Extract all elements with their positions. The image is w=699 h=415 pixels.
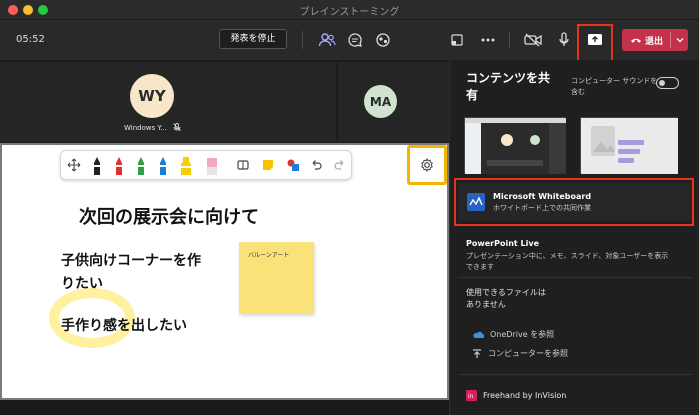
pen-blue-icon[interactable] <box>157 156 169 176</box>
participant-name: Windows Y... <box>124 124 168 132</box>
whiteboard-text: 手作り感を出したい <box>61 318 187 334</box>
whiteboard-heading: 次回の展示会に向けて <box>79 207 259 228</box>
sticky-note-text: バルーンアート <box>248 252 290 259</box>
meeting-toolbar: 05:52 発表を停止 退出 <box>0 20 699 65</box>
whiteboard-toolbar <box>60 150 352 180</box>
svg-text:in: in <box>468 393 474 400</box>
computer-sound-label: コンピューター サウンドを 含む <box>571 76 661 98</box>
whiteboard-settings-button[interactable] <box>407 145 447 185</box>
whiteboard-option-highlight <box>454 178 694 226</box>
window-thumbnail[interactable] <box>464 117 566 174</box>
chat-icon[interactable] <box>344 29 366 51</box>
toggle-knob <box>659 80 665 86</box>
sound-label-line: 含む <box>571 88 585 96</box>
leave-divider <box>670 32 671 48</box>
whiteboard-canvas[interactable]: 次回の展示会に向けて 子供向けコーナーを作 りたい 手作り感を出したい バルーン… <box>0 143 449 400</box>
avatar: MA <box>364 85 397 118</box>
device-settings-icon[interactable] <box>446 29 468 51</box>
stop-presenting-button[interactable]: 発表を停止 <box>219 29 287 49</box>
whiteboard-text: りたい <box>61 276 103 292</box>
panel-title-line: 有 <box>466 88 479 102</box>
pen-red-icon[interactable] <box>113 156 125 176</box>
avatar: WY <box>130 74 174 118</box>
sticky-note-icon[interactable] <box>262 159 274 171</box>
screen-thumbnail[interactable] <box>580 117 678 174</box>
whiteboard-text: 子供向けコーナーを作 <box>61 253 201 269</box>
window-title: ブレインストーミング <box>299 7 400 18</box>
camera-off-icon[interactable] <box>522 29 544 51</box>
onedrive-icon <box>473 331 484 338</box>
ruler-icon[interactable] <box>237 160 249 170</box>
toolbar-divider <box>302 31 303 49</box>
pen-black-icon[interactable] <box>91 156 103 176</box>
eraser-icon[interactable] <box>204 156 220 176</box>
option-subtitle: できます <box>466 263 494 271</box>
browse-computer-link[interactable]: コンピューターを参照 <box>472 348 568 359</box>
option-title: PowerPoint Live <box>466 239 540 248</box>
leave-button[interactable]: 退出 <box>622 29 688 51</box>
upload-icon <box>473 348 481 358</box>
shapes-icon[interactable] <box>286 158 300 172</box>
computer-sound-toggle[interactable] <box>656 77 679 89</box>
freehand-option[interactable]: in Freehand by InVision <box>466 390 566 401</box>
freehand-label: Freehand by InVision <box>483 391 567 400</box>
meeting-timer: 05:52 <box>16 34 45 45</box>
breakout-rooms-icon[interactable] <box>372 29 394 51</box>
stage-bottom-strip <box>0 400 449 415</box>
screen-preview <box>581 118 678 174</box>
participant-tile[interactable]: WY Windows Y... <box>0 62 336 142</box>
panel-title: コンテンツを共 有 <box>466 70 556 104</box>
chevron-down-icon[interactable] <box>676 37 684 43</box>
share-button-highlight <box>577 24 613 65</box>
computer-label: コンピューターを参照 <box>488 349 568 358</box>
redo-icon[interactable] <box>334 159 346 171</box>
panel-title-line: コンテンツを共 <box>466 71 551 85</box>
browse-onedrive-link[interactable]: OneDrive を参照 <box>472 329 554 340</box>
window-preview <box>465 118 566 174</box>
divider <box>458 277 692 278</box>
sound-label-line: コンピューター サウンドを <box>571 77 658 85</box>
leave-label: 退出 <box>645 37 664 47</box>
sticky-note[interactable]: バルーンアート <box>239 242 314 314</box>
toolbar-divider <box>509 31 510 49</box>
more-options-icon[interactable] <box>477 29 499 51</box>
share-content-panel: コンテンツを共 有 コンピューター サウンドを 含む Microsoft Whi… <box>449 60 699 415</box>
no-files-text: ありません <box>466 300 506 309</box>
option-subtitle: プレゼンテーション中に、メモ、スライド、対象ユーザーを表示 <box>466 252 669 260</box>
gear-icon <box>421 158 433 172</box>
participants-icon[interactable] <box>316 29 338 51</box>
onedrive-label: OneDrive を参照 <box>490 330 555 339</box>
move-tool-icon[interactable] <box>67 158 81 172</box>
highlighter-icon[interactable] <box>179 156 193 176</box>
phone-hangup-icon <box>631 38 641 43</box>
microphone-icon[interactable] <box>553 29 575 51</box>
participant-tile[interactable]: MA <box>338 62 449 142</box>
muted-icon <box>173 123 181 132</box>
title-bar: ブレインストーミング <box>0 0 699 20</box>
divider <box>458 374 692 375</box>
invision-icon: in <box>466 390 477 401</box>
no-files-text: 使用できるファイルは <box>466 288 546 297</box>
undo-icon[interactable] <box>310 159 322 171</box>
pen-green-icon[interactable] <box>135 156 147 176</box>
